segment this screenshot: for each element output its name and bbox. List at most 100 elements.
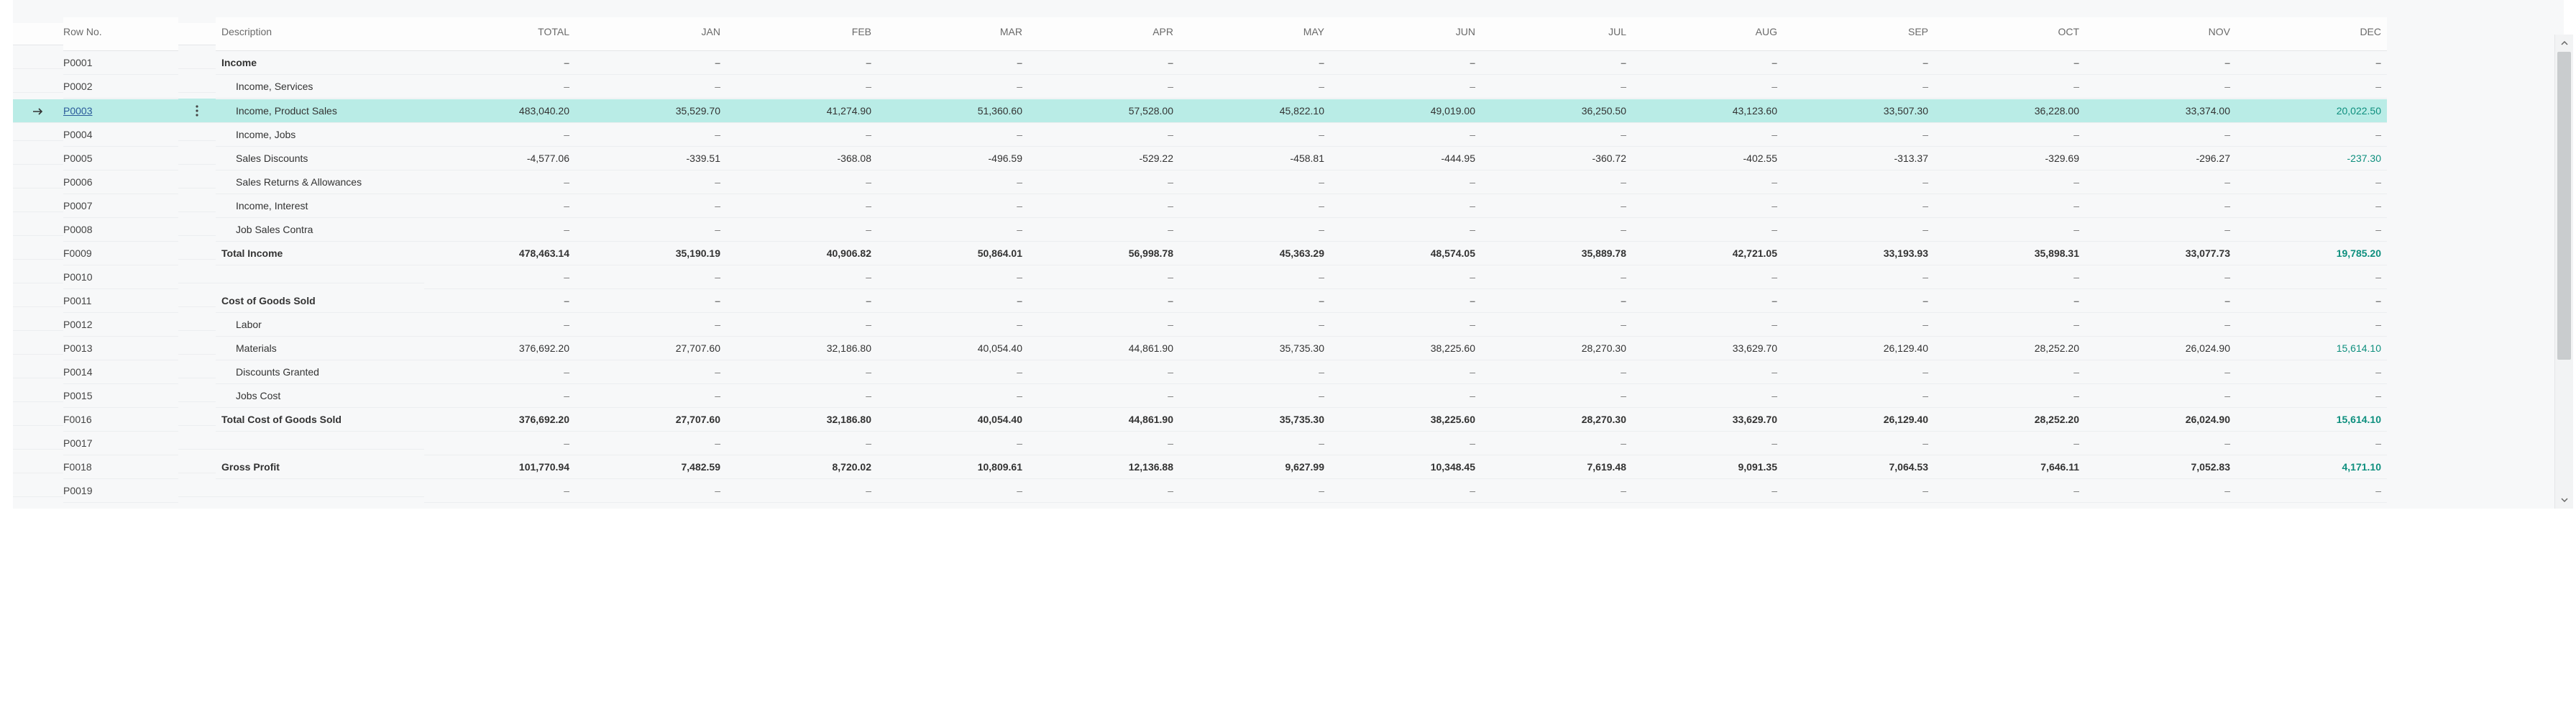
row-description-cell[interactable]: Income, Services [216,75,424,99]
cell-month[interactable]: 33,507.30 [1783,99,1934,123]
cell-month[interactable]: – [1330,123,1481,147]
cell-month[interactable]: – [726,360,877,384]
cell-month[interactable]: – [1783,51,1934,75]
cell-month[interactable]: 7,064.53 [1783,455,1934,479]
cell-month[interactable]: – [1481,432,1632,455]
cell-month[interactable]: – [1783,384,1934,408]
cell-month[interactable]: – [1179,170,1330,194]
cell-month[interactable]: – [1028,479,1179,503]
cell-month[interactable]: – [575,313,726,337]
cell-month[interactable]: – [575,289,726,313]
cell-month[interactable]: 27,707.60 [575,408,726,432]
cell-month[interactable]: – [575,265,726,289]
cell-month[interactable]: 10,348.45 [1330,455,1481,479]
cell-month[interactable]: 8,720.02 [726,455,877,479]
cell-month[interactable]: 33,629.70 [1632,337,1783,360]
cell-total[interactable]: – [424,289,575,313]
cell-month[interactable]: – [1934,265,2085,289]
cell-month[interactable]: – [1632,170,1783,194]
cell-month[interactable]: 27,707.60 [575,337,726,360]
cell-month[interactable]: 33,629.70 [1632,408,1783,432]
row-description-cell[interactable]: Job Sales Contra [216,218,424,242]
row-number-cell[interactable]: F0016 [63,408,178,432]
cell-month[interactable]: 28,252.20 [1934,408,2085,432]
cell-month[interactable]: – [1934,313,2085,337]
cell-month[interactable]: 42,721.05 [1632,242,1783,265]
cell-month[interactable]: -360.72 [1481,147,1632,170]
cell-month[interactable]: – [1481,360,1632,384]
cell-month[interactable]: – [726,384,877,408]
cell-month[interactable]: – [1330,75,1481,99]
col-header-month[interactable]: MAR [877,17,1028,51]
cell-month[interactable]: – [1179,51,1330,75]
cell-month[interactable]: – [877,384,1028,408]
cell-month[interactable]: – [2236,123,2387,147]
cell-month[interactable]: – [1632,75,1783,99]
row-number-cell[interactable]: P0003 [63,99,178,123]
col-header-month[interactable]: JUL [1481,17,1632,51]
cell-total[interactable]: – [424,170,575,194]
col-header-total[interactable]: TOTAL [424,17,575,51]
cell-month[interactable]: 33,193.93 [1783,242,1934,265]
row-description-cell[interactable]: Gross Profit [216,455,424,479]
cell-month[interactable]: 9,091.35 [1632,455,1783,479]
cell-month[interactable]: – [1632,265,1783,289]
cell-month[interactable]: – [1783,75,1934,99]
cell-total[interactable]: – [424,360,575,384]
cell-month[interactable]: – [1028,265,1179,289]
cell-month[interactable]: – [2085,218,2236,242]
cell-month[interactable]: – [1481,313,1632,337]
cell-month[interactable]: – [726,265,877,289]
cell-month[interactable]: – [726,313,877,337]
cell-month[interactable]: – [1934,289,2085,313]
row-description-cell[interactable]: Total Income [216,242,424,265]
cell-month[interactable]: 36,228.00 [1934,99,2085,123]
cell-month[interactable]: – [877,289,1028,313]
row-description-cell[interactable]: Sales Returns & Allowances [216,170,424,194]
cell-month[interactable]: -237.30 [2236,147,2387,170]
cell-month[interactable]: -313.37 [1783,147,1934,170]
cell-month[interactable]: – [877,360,1028,384]
cell-total[interactable]: 483,040.20 [424,99,575,123]
row-description-cell[interactable] [216,271,424,283]
cell-month[interactable]: 12,136.88 [1028,455,1179,479]
cell-total[interactable]: – [424,218,575,242]
cell-month[interactable]: 40,054.40 [877,337,1028,360]
cell-month[interactable]: – [1179,123,1330,147]
cell-month[interactable]: -458.81 [1179,147,1330,170]
row-description-cell[interactable]: Sales Discounts [216,147,424,170]
cell-month[interactable]: – [1783,123,1934,147]
row-number-cell[interactable]: F0009 [63,242,178,265]
cell-month[interactable]: – [877,51,1028,75]
col-header-month[interactable]: JAN [575,17,726,51]
cell-month[interactable]: – [1481,123,1632,147]
cell-month[interactable]: – [1632,432,1783,455]
cell-month[interactable]: – [1028,75,1179,99]
cell-month[interactable]: – [1179,384,1330,408]
row-number-cell[interactable]: P0014 [63,360,178,384]
cell-month[interactable]: – [726,170,877,194]
row-description-cell[interactable]: Income, Jobs [216,123,424,147]
cell-month[interactable]: – [1632,123,1783,147]
row-description-cell[interactable] [216,485,424,497]
cell-month[interactable]: -296.27 [2085,147,2236,170]
row-number-cell[interactable]: P0015 [63,384,178,408]
cell-month[interactable]: – [1783,170,1934,194]
cell-total[interactable]: – [424,384,575,408]
cell-month[interactable]: – [1481,75,1632,99]
cell-month[interactable]: – [2085,51,2236,75]
cell-month[interactable]: – [1330,51,1481,75]
cell-month[interactable]: – [726,218,877,242]
cell-month[interactable]: – [1632,313,1783,337]
cell-month[interactable]: – [1179,432,1330,455]
row-description-cell[interactable]: Discounts Granted [216,360,424,384]
cell-month[interactable]: – [1934,360,2085,384]
cell-month[interactable]: – [575,218,726,242]
cell-month[interactable]: – [2085,360,2236,384]
cell-month[interactable]: – [726,289,877,313]
cell-month[interactable]: – [1481,194,1632,218]
row-number-cell[interactable]: P0001 [63,51,178,75]
cell-month[interactable]: 35,190.19 [575,242,726,265]
row-number-cell[interactable]: P0011 [63,289,178,313]
cell-month[interactable]: – [1330,289,1481,313]
